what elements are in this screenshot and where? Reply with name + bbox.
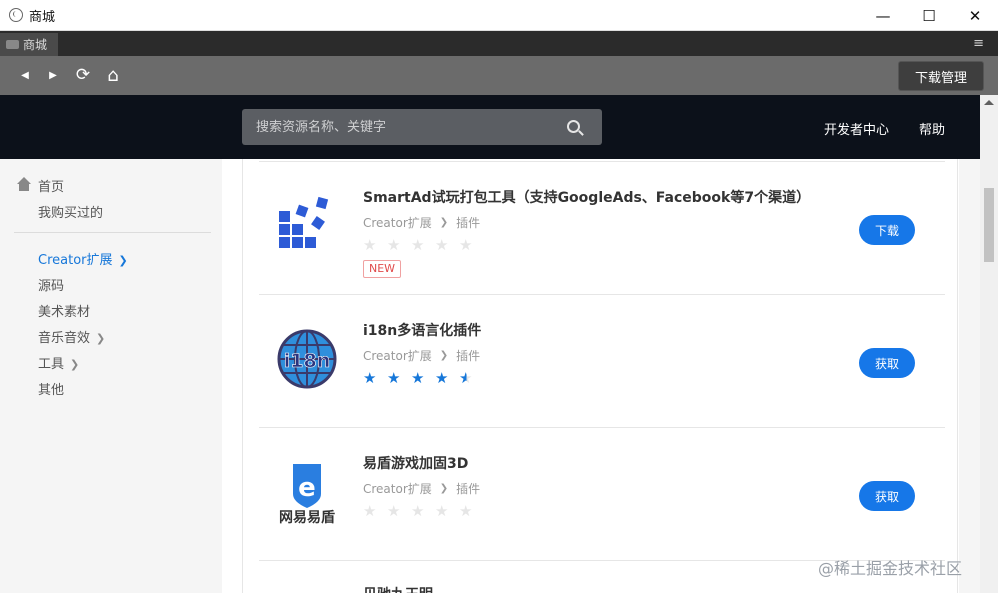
scrollbar[interactable] — [980, 95, 998, 593]
get-button[interactable]: 获取 — [859, 348, 915, 378]
developer-center-link[interactable]: 开发者中心 — [824, 119, 889, 138]
star-icon: ★ — [411, 369, 425, 387]
list-item[interactable]: i18n i18n多语言化插件 Creator扩展 ❯ 插件 ★ ★ ★ ★ ★… — [259, 295, 945, 428]
title-bar: 商城 — ☐ ✕ — [0, 0, 998, 31]
star-icon: ★ — [435, 502, 449, 520]
star-half-icon: ★ — [459, 369, 473, 387]
item-category: Creator扩展 ❯ 插件 — [363, 214, 480, 231]
maximize-button[interactable]: ☐ — [906, 0, 952, 31]
item-category: Creator扩展 ❯ 插件 — [363, 347, 480, 364]
scroll-up-arrow-icon[interactable] — [984, 100, 994, 105]
new-badge: NEW — [363, 260, 402, 278]
tab-store[interactable]: 商城 — [0, 33, 58, 56]
subcategory-label[interactable]: 插件 — [456, 480, 480, 497]
star-icon: ★ — [435, 369, 449, 387]
sidebar-item-label: Creator扩展 — [38, 253, 113, 268]
chevron-right-icon: ❯ — [439, 217, 449, 228]
star-icon: ★ — [387, 502, 401, 520]
app-icon — [9, 8, 23, 22]
sidebar-item-label: 美术素材 — [38, 305, 91, 320]
sidebar-item-home[interactable]: 首页 — [16, 176, 64, 195]
back-button[interactable]: ◀ — [14, 64, 36, 86]
search-input[interactable] — [242, 109, 552, 145]
smartad-logo-icon — [279, 196, 329, 248]
star-icon: ★ — [363, 236, 377, 254]
star-icon: ★ — [363, 502, 377, 520]
subcategory-label[interactable]: 插件 — [456, 214, 480, 231]
sidebar-item-label: 首页 — [38, 180, 65, 195]
category-label[interactable]: Creator扩展 — [363, 347, 432, 364]
rating-stars: ★ ★ ★ ★ ★ — [363, 371, 483, 386]
category-label[interactable]: Creator扩展 — [363, 214, 432, 231]
star-icon: ★ — [363, 369, 377, 387]
sidebar-item-label: 音乐音效 — [38, 331, 91, 346]
home-icon — [16, 177, 32, 192]
store-header: 开发者中心 帮助 — [0, 95, 980, 159]
item-title[interactable]: SmartAd试玩打包工具（支持GoogleAds、Facebook等7个渠道） — [363, 187, 810, 207]
search-icon[interactable] — [567, 120, 580, 133]
window-controls: — ☐ ✕ — [860, 0, 998, 31]
window-title: 商城 — [29, 9, 56, 25]
get-button[interactable]: 获取 — [859, 481, 915, 511]
globe-icon: i18n — [277, 329, 337, 389]
item-title[interactable]: 易盾游戏加固3D — [363, 453, 468, 473]
sidebar-item-other[interactable]: 其他 — [38, 379, 64, 398]
product-list: SmartAd试玩打包工具（支持GoogleAds、Facebook等7个渠道）… — [242, 159, 958, 593]
item-category: Creator扩展 ❯ 插件 — [363, 480, 480, 497]
home-button[interactable]: ⌂ — [102, 64, 124, 86]
download-button[interactable]: 下载 — [859, 215, 915, 245]
download-manager-button[interactable]: 下载管理 — [898, 61, 984, 91]
watermark: @稀土掘金技术社区 — [818, 559, 963, 578]
star-icon: ★ — [459, 502, 473, 520]
item-title[interactable]: i18n多语言化插件 — [363, 320, 481, 340]
tab-label: 商城 — [23, 38, 48, 52]
chevron-right-icon: ❯ — [439, 350, 449, 361]
sidebar-item-label: 其他 — [38, 383, 65, 398]
logo-text: i18n — [284, 350, 330, 372]
item-title-partial[interactable]: 贝驰九王明 — [363, 584, 433, 593]
star-icon: ★ — [459, 236, 473, 254]
sidebar-item-art-assets[interactable]: 美术素材 — [38, 301, 90, 320]
sidebar-item-tools[interactable]: 工具 ❯ — [38, 353, 79, 372]
sidebar-item-label: 工具 — [38, 357, 65, 372]
sidebar-item-label: 源码 — [38, 279, 65, 294]
minimize-button[interactable]: — — [860, 0, 906, 31]
close-button[interactable]: ✕ — [952, 0, 998, 31]
sidebar-item-purchased[interactable]: 我购买过的 — [38, 202, 103, 221]
search-box — [242, 109, 602, 145]
star-icon: ★ — [411, 502, 425, 520]
star-icon: ★ — [387, 369, 401, 387]
forward-button[interactable]: ▶ — [42, 64, 64, 86]
refresh-button[interactable]: ⟳ — [72, 64, 94, 86]
star-icon: ★ — [411, 236, 425, 254]
list-item[interactable]: e 网易易盾 易盾游戏加固3D Creator扩展 ❯ 插件 ★ ★ ★ ★ ★… — [259, 428, 945, 561]
category-label[interactable]: Creator扩展 — [363, 480, 432, 497]
list-item[interactable]: SmartAd试玩打包工具（支持GoogleAds、Facebook等7个渠道）… — [259, 162, 945, 295]
hamburger-menu-icon[interactable]: ≡ — [973, 36, 984, 51]
chevron-right-icon: ❯ — [439, 483, 449, 494]
content-gutter — [959, 159, 980, 593]
subcategory-label[interactable]: 插件 — [456, 347, 480, 364]
logo-letter: e — [298, 473, 316, 503]
nav-toolbar: ◀ ▶ ⟳ ⌂ 下载管理 — [0, 56, 998, 95]
chevron-right-icon: ❯ — [96, 332, 106, 345]
logo-text: 网易易盾 — [279, 509, 335, 524]
chevron-right-icon: ❯ — [118, 254, 128, 267]
sidebar-item-creator-extension[interactable]: Creator扩展 ❯ — [38, 249, 128, 268]
rating-stars: ★ ★ ★ ★ ★ — [363, 504, 483, 519]
rating-stars: ★ ★ ★ ★ ★ — [363, 238, 483, 253]
sidebar-divider — [14, 232, 211, 233]
star-icon: ★ — [387, 236, 401, 254]
sidebar-item-music-sfx[interactable]: 音乐音效 ❯ — [38, 327, 105, 346]
star-icon: ★ — [435, 236, 449, 254]
help-link[interactable]: 帮助 — [919, 119, 945, 138]
sidebar-item-source-code[interactable]: 源码 — [38, 275, 64, 294]
scroll-thumb[interactable] — [984, 188, 994, 262]
tab-strip: 商城 ≡ — [0, 31, 998, 56]
sidebar: 首页 我购买过的 Creator扩展 ❯ 源码 美术素材 音乐音效 ❯ 工具 ❯ 其他 — [0, 159, 222, 593]
chevron-right-icon: ❯ — [70, 358, 80, 371]
netease-yidun-logo-icon: e 网易易盾 — [279, 464, 335, 524]
folder-icon — [6, 40, 19, 49]
